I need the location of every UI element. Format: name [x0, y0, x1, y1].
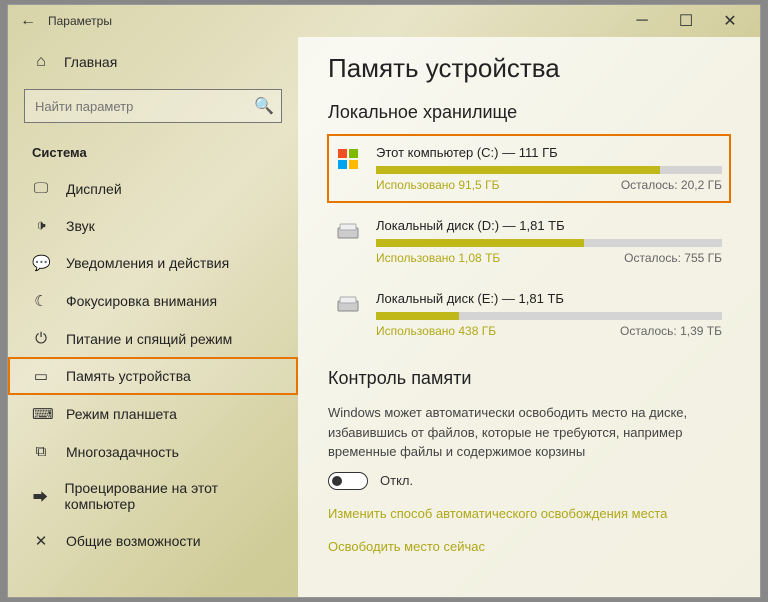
- used-label: Использовано 91,5 ГБ: [376, 178, 499, 192]
- focus-icon: ☾: [32, 292, 50, 310]
- sound-icon: 🕩: [32, 217, 50, 234]
- window-controls: ─ ☐ ✕: [620, 7, 752, 35]
- sidebar-item-label: Уведомления и действия: [66, 255, 229, 271]
- sidebar-item-notify[interactable]: 💬 Уведомления и действия: [8, 244, 298, 282]
- sidebar-item-label: Проецирование на этот компьютер: [65, 480, 274, 512]
- drive-name: Локальный диск (D:) — 1,81 ТБ: [376, 218, 722, 233]
- drive-stats: Использовано 1,08 ТБ Осталось: 755 ГБ: [376, 251, 722, 265]
- close-button[interactable]: ✕: [708, 7, 752, 35]
- drive-icon: [336, 291, 362, 338]
- display-icon: 🖵: [32, 180, 50, 197]
- drive-body: Этот компьютер (C:) — 111 ГБ Использовано…: [376, 145, 722, 192]
- sidebar-item-project[interactable]: ⮕ Проецирование на этот компьютер: [8, 470, 298, 522]
- sidebar-item-label: Память устройства: [66, 368, 191, 384]
- used-label: Использовано 438 ГБ: [376, 324, 496, 338]
- nav-list: 🖵 Дисплей 🕩 Звук 💬 Уведомления и действия ☾ Фок…: [8, 170, 298, 597]
- drive-stats: Использовано 438 ГБ Осталось: 1,39 ТБ: [376, 324, 722, 338]
- sidebar-item-tablet[interactable]: ⌨ Режим планшета: [8, 395, 298, 433]
- home-label: Главная: [64, 54, 117, 70]
- usage-bar: [376, 312, 722, 320]
- drive-stats: Использовано 91,5 ГБ Осталось: 20,2 ГБ: [376, 178, 722, 192]
- multitask-icon: ⧉: [32, 443, 50, 460]
- drive-name: Локальный диск (E:) — 1,81 ТБ: [376, 291, 722, 306]
- settings-window: ← Параметры ─ ☐ ✕ ⌂ Главная 🔍 Система 🖵 Д…: [7, 4, 761, 598]
- sidebar-item-label: Звук: [66, 218, 95, 234]
- usage-bar-fill: [376, 239, 584, 247]
- toggle-row: Откл.: [328, 472, 730, 490]
- drive-row[interactable]: Локальный диск (E:) — 1,81 ТБ Использован…: [328, 281, 730, 348]
- remaining-label: Осталось: 755 ГБ: [624, 251, 722, 265]
- maximize-button[interactable]: ☐: [664, 7, 708, 35]
- search-input[interactable]: [25, 99, 247, 114]
- os-drive-icon: [336, 145, 362, 192]
- main-panel: Память устройства Локальное хранилище Эт…: [298, 37, 760, 597]
- storage-sense-desc: Windows может автоматически освободить м…: [328, 403, 728, 462]
- sidebar-item-label: Фокусировка внимания: [66, 293, 217, 309]
- home-icon: ⌂: [32, 53, 50, 71]
- search-icon: 🔍: [247, 96, 281, 116]
- usage-bar: [376, 239, 722, 247]
- toggle-knob: [332, 476, 342, 486]
- storage-icon: ▭: [32, 367, 50, 385]
- search-box[interactable]: 🔍: [24, 89, 282, 123]
- usage-bar: [376, 166, 722, 174]
- drive-row[interactable]: Этот компьютер (C:) — 111 ГБ Использовано…: [328, 135, 730, 202]
- sidebar-item-label: Многозадачность: [66, 444, 179, 460]
- sidebar-item-sound[interactable]: 🕩 Звук: [8, 207, 298, 244]
- tablet-icon: ⌨: [32, 405, 50, 423]
- storage-sense-title: Контроль памяти: [328, 368, 730, 389]
- sidebar-item-storage[interactable]: ▭ Память устройства: [8, 357, 298, 395]
- sidebar-item-display[interactable]: 🖵 Дисплей: [8, 170, 298, 207]
- drive-name: Этот компьютер (C:) — 111 ГБ: [376, 145, 722, 160]
- content: ⌂ Главная 🔍 Система 🖵 Дисплей 🕩 Звук 💬 Уведом…: [8, 37, 760, 597]
- back-button[interactable]: ←: [16, 12, 40, 30]
- titlebar: ← Параметры ─ ☐ ✕: [8, 5, 760, 37]
- page-title: Память устройства: [328, 53, 730, 84]
- drive-icon: [336, 218, 362, 265]
- home-nav[interactable]: ⌂ Главная: [8, 45, 298, 79]
- drives-list: Этот компьютер (C:) — 111 ГБ Использовано…: [328, 135, 730, 348]
- remaining-label: Осталось: 20,2 ГБ: [621, 178, 722, 192]
- sidebar-item-label: Режим планшета: [66, 406, 177, 422]
- sidebar-item-multitask[interactable]: ⧉ Многозадачность: [8, 433, 298, 470]
- power-icon: ⏻: [32, 330, 50, 347]
- notify-icon: 💬: [32, 254, 50, 272]
- minimize-button[interactable]: ─: [620, 7, 664, 35]
- toggle-label: Откл.: [380, 473, 413, 488]
- drive-body: Локальный диск (D:) — 1,81 ТБ Использован…: [376, 218, 722, 265]
- sidebar: ⌂ Главная 🔍 Система 🖵 Дисплей 🕩 Звук 💬 Уведом…: [8, 37, 298, 597]
- drive-body: Локальный диск (E:) — 1,81 ТБ Использован…: [376, 291, 722, 338]
- window-title: Параметры: [40, 14, 620, 28]
- drive-row[interactable]: Локальный диск (D:) — 1,81 ТБ Использован…: [328, 208, 730, 275]
- project-icon: ⮕: [32, 486, 49, 507]
- shared-icon: ✕: [32, 532, 50, 550]
- sidebar-item-power[interactable]: ⏻ Питание и спящий режим: [8, 320, 298, 357]
- change-free-space-link[interactable]: Изменить способ автоматического освобожд…: [328, 506, 730, 521]
- usage-bar-fill: [376, 312, 459, 320]
- section-title: Система: [8, 139, 298, 170]
- sidebar-item-focus[interactable]: ☾ Фокусировка внимания: [8, 282, 298, 320]
- sidebar-item-label: Дисплей: [66, 181, 122, 197]
- free-now-link[interactable]: Освободить место сейчас: [328, 539, 730, 554]
- sidebar-item-shared[interactable]: ✕ Общие возможности: [8, 522, 298, 560]
- sidebar-item-label: Питание и спящий режим: [66, 331, 232, 347]
- storage-sense-toggle[interactable]: [328, 472, 368, 490]
- remaining-label: Осталось: 1,39 ТБ: [620, 324, 722, 338]
- used-label: Использовано 1,08 ТБ: [376, 251, 500, 265]
- local-storage-heading: Локальное хранилище: [328, 102, 730, 123]
- sidebar-item-label: Общие возможности: [66, 533, 201, 549]
- usage-bar-fill: [376, 166, 660, 174]
